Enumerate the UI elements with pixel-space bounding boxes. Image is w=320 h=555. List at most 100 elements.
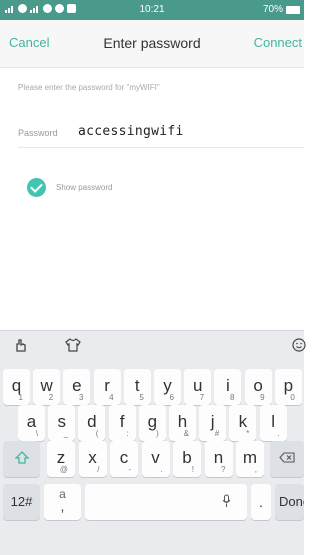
key-a-comma-sub: , <box>60 498 65 514</box>
key-b-alt: ! <box>191 465 194 474</box>
key-a-label: a <box>26 412 37 431</box>
shift-arrow-icon <box>3 451 40 467</box>
backspace-key[interactable] <box>270 441 304 477</box>
key-z[interactable]: z @ <box>47 441 75 477</box>
key-s[interactable]: s _ <box>48 405 76 441</box>
key-s-alt: _ <box>63 429 69 438</box>
key-w[interactable]: w2 <box>33 369 61 405</box>
key-v[interactable]: v. <box>141 441 170 477</box>
gesture-hand-icon[interactable] <box>14 338 28 355</box>
key-f[interactable]: f: <box>108 405 136 441</box>
password-label: Password <box>18 128 58 138</box>
key-i-alt: 8 <box>229 393 235 402</box>
password-field[interactable]: Password accessingwifi <box>18 120 304 148</box>
key-k-alt: * <box>246 429 250 438</box>
key-w-alt: 2 <box>48 393 54 402</box>
key-r-alt: 4 <box>109 393 114 402</box>
key-a-alt: \ <box>35 429 38 438</box>
key-g[interactable]: g) <box>138 405 166 441</box>
key-t-alt: 5 <box>139 393 144 402</box>
key-l[interactable]: l. <box>259 405 287 441</box>
key-u-alt: 7 <box>199 393 205 402</box>
key-u[interactable]: u7 <box>184 369 212 405</box>
key-d[interactable]: d( <box>78 405 106 441</box>
key-e-label: e <box>72 376 82 395</box>
period-key[interactable]: . <box>251 484 271 520</box>
key-q[interactable]: q1 <box>3 369 30 405</box>
shift-key[interactable] <box>3 441 40 477</box>
key-g-alt: ) <box>156 429 159 438</box>
key-o-alt: 9 <box>260 393 265 402</box>
key-t[interactable]: t5 <box>123 369 151 405</box>
key-s-label: s <box>57 412 66 431</box>
key-d-alt: ( <box>95 429 99 438</box>
key-h[interactable]: h & <box>169 405 196 441</box>
key-n[interactable]: n? <box>204 441 233 477</box>
key-e[interactable]: e3 <box>63 369 91 405</box>
key-c-alt: - <box>128 465 131 474</box>
soft-keyboard: q1w2e3r4t5y6u7i8o9p0 a \ s _ d(f: g) h & j # k * l. … <box>0 330 306 555</box>
symbols-key[interactable]: 12# <box>3 484 40 520</box>
key-q-label: q <box>11 376 22 395</box>
connect-button[interactable]: Connect <box>254 35 302 50</box>
key-n-alt: ? <box>221 465 226 474</box>
key-j[interactable]: j # <box>199 405 227 441</box>
key-x-alt: / <box>97 465 100 474</box>
done-key-label: Done <box>279 494 304 509</box>
key-j-label: j <box>210 412 215 431</box>
key-a[interactable]: a \ <box>18 405 45 441</box>
battery-indicator: 70% <box>263 4 300 15</box>
theme-shirt-icon[interactable] <box>65 338 81 355</box>
emoji-icon[interactable] <box>292 338 306 355</box>
period-key-label: . <box>259 494 263 510</box>
key-b[interactable]: b! <box>173 441 201 477</box>
key-l-label: l <box>271 412 275 431</box>
key-j-alt: # <box>214 429 220 438</box>
status-time: 10:21 <box>139 4 165 15</box>
key-c-label: c <box>119 448 129 467</box>
key-i[interactable]: i8 <box>214 369 242 405</box>
key-x-label: x <box>88 448 97 467</box>
key-m-alt: , <box>254 465 257 474</box>
key-m-label: m <box>242 448 258 467</box>
key-b-label: b <box>182 448 192 467</box>
done-key[interactable]: Done <box>275 484 304 520</box>
key-h-label: h <box>177 412 188 431</box>
key-a-comma[interactable]: a , <box>44 484 81 520</box>
key-m[interactable]: m, <box>236 441 264 477</box>
key-z-alt: @ <box>59 465 68 474</box>
key-p-alt: 0 <box>290 393 295 402</box>
key-h-alt: & <box>183 429 189 438</box>
dialog-header: Cancel Enter password Connect <box>0 20 304 68</box>
key-k-label: k <box>238 412 248 431</box>
key-y[interactable]: y6 <box>154 369 181 405</box>
key-u-label: u <box>192 376 203 395</box>
show-password-toggle[interactable]: Show password <box>27 178 112 197</box>
key-c[interactable]: c- <box>110 441 138 477</box>
key-d-label: d <box>87 412 97 431</box>
checkmark-icon[interactable] <box>27 178 46 197</box>
key-l-alt: . <box>277 429 280 438</box>
key-q-alt: 1 <box>18 393 23 402</box>
keyboard-toolbar <box>0 331 306 364</box>
backspace-icon <box>270 451 304 466</box>
battery-percent: 70% <box>262 4 283 15</box>
microphone-icon[interactable] <box>222 494 231 513</box>
key-n-label: n <box>213 448 224 467</box>
key-y-label: y <box>163 376 172 395</box>
key-k[interactable]: k * <box>229 405 257 441</box>
key-t-label: t <box>134 376 140 395</box>
show-password-label: Show password <box>56 183 113 192</box>
key-p[interactable]: p0 <box>274 369 302 405</box>
key-x[interactable]: x / <box>78 441 107 477</box>
status-bar: 10:21 70% <box>0 0 304 20</box>
key-v-alt: . <box>160 465 163 474</box>
key-r[interactable]: r4 <box>93 369 121 405</box>
key-f-label: f <box>119 412 125 431</box>
key-o-label: o <box>253 376 263 395</box>
key-o[interactable]: o9 <box>244 369 272 405</box>
space-bar[interactable] <box>85 484 247 520</box>
key-f-alt: : <box>126 429 129 438</box>
password-input[interactable]: accessingwifi <box>78 124 184 139</box>
key-g-label: g <box>147 412 158 431</box>
